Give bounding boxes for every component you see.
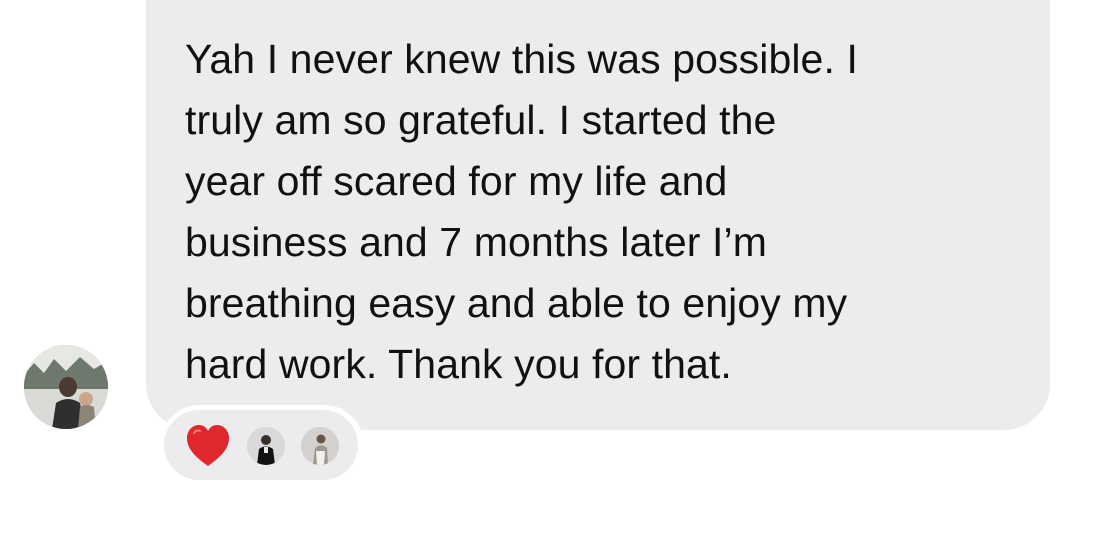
- heart-icon: [187, 425, 229, 466]
- reactor-photo: [247, 427, 285, 465]
- sender-avatar[interactable]: [24, 345, 108, 429]
- reactor-avatar[interactable]: [247, 427, 285, 465]
- avatar-photo: [24, 345, 108, 429]
- reactor-avatar[interactable]: [301, 427, 339, 465]
- reactor-photo: [301, 427, 339, 465]
- message-text: Yah I never knew this was possible. I tr…: [185, 36, 858, 387]
